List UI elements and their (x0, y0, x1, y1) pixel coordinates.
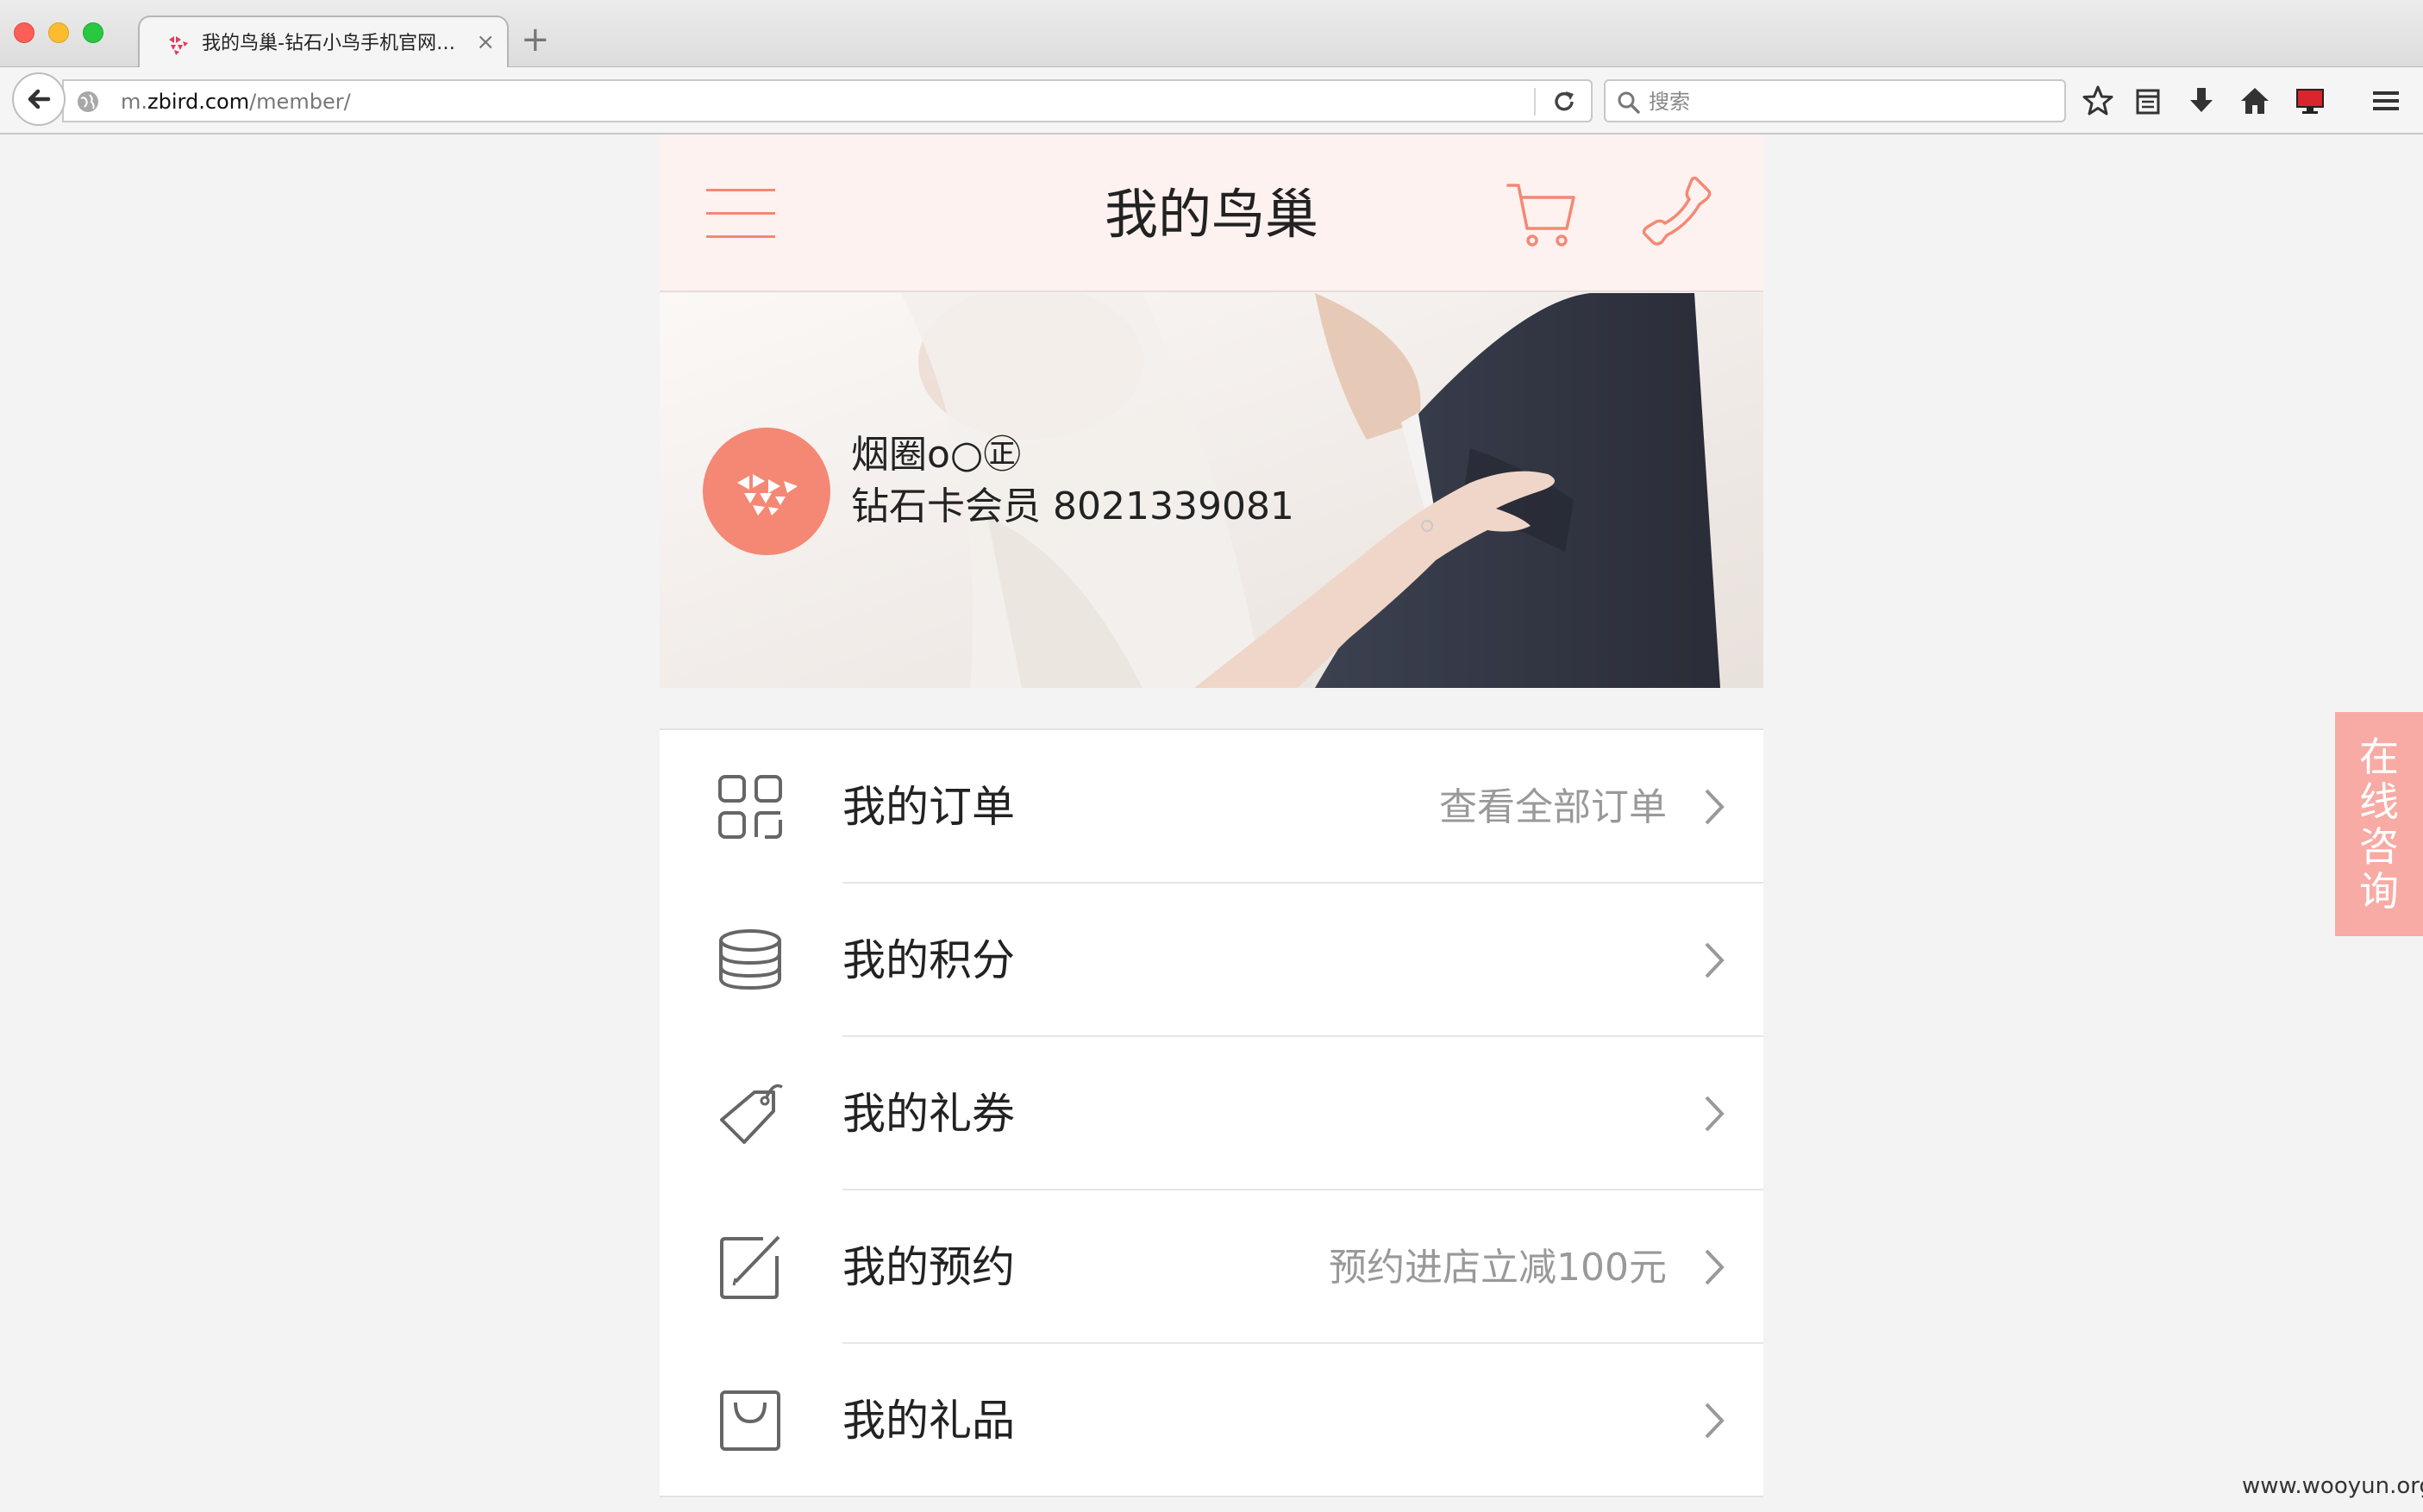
tab-close-icon[interactable]: × (476, 29, 495, 55)
menu-item-coupons[interactable]: 我的礼券 (660, 1037, 1763, 1190)
consult-char: 线 (2359, 778, 2399, 825)
screen-share-icon[interactable] (2292, 83, 2328, 119)
watermark-text: www.wooyun.org (2242, 1473, 2423, 1499)
reload-icon[interactable] (1549, 86, 1580, 117)
window-close-button[interactable] (14, 22, 34, 43)
page-title: 我的鸟巢 (1104, 183, 1318, 246)
bird-logo-icon (737, 474, 798, 515)
tab-title: 我的鸟巢-钻石小鸟手机官网-... (202, 33, 460, 54)
chevron-right-icon (1705, 1249, 1725, 1285)
appointment-promo-text: 预约进店立减100元 (1329, 1246, 1667, 1290)
edit-icon (720, 1235, 780, 1299)
online-consult-button[interactable]: 在 线 咨 询 (2335, 712, 2423, 936)
gift-bag-icon (720, 1390, 780, 1451)
browser-tab-active[interactable]: 我的鸟巢-钻石小鸟手机官网-... × (138, 16, 509, 69)
globe-icon (78, 91, 98, 112)
url-bar[interactable]: m.zbird.com/member/ (62, 79, 1593, 122)
user-name: 烟圈o○㊣ (851, 433, 1022, 477)
cart-icon[interactable] (1505, 177, 1579, 251)
window-minimize-button[interactable] (48, 22, 69, 43)
zbird-favicon-icon (169, 36, 188, 55)
consult-char: 咨 (2359, 823, 2399, 870)
menu-item-gifts[interactable]: 我的礼品 (660, 1344, 1763, 1497)
view-all-orders-link[interactable]: 查看全部订单 (1439, 782, 1667, 834)
back-arrow-icon (28, 89, 51, 109)
mobile-page: 我的鸟巢 烟圈o○㊣ 钻石卡会员 8021339081 我的订单 查看全部订单 … (660, 135, 1763, 1512)
search-placeholder: 搜索 (1649, 90, 1690, 114)
browser-titlebar: 我的鸟巢-钻石小鸟手机官网-... × + (0, 0, 2423, 69)
new-tab-button[interactable]: + (521, 22, 550, 57)
consult-char: 在 (2359, 734, 2399, 780)
consult-char: 询 (2359, 868, 2399, 915)
page-header: 我的鸟巢 (660, 135, 1763, 292)
reading-list-icon[interactable] (2130, 83, 2166, 119)
avatar[interactable] (703, 428, 830, 555)
menu-item-appointments[interactable]: 我的预约 预约进店立减100元 (660, 1190, 1763, 1344)
chevron-right-icon (1705, 789, 1725, 825)
profile-banner: 烟圈o○㊣ 钻石卡会员 8021339081 (660, 293, 1763, 688)
bookmark-star-icon[interactable] (2080, 83, 2116, 119)
menu-item-label: 我的礼品 (842, 1396, 1015, 1446)
hamburger-menu-icon[interactable] (2368, 83, 2404, 119)
url-divider (1534, 88, 1536, 116)
home-icon[interactable] (2237, 83, 2273, 119)
tag-icon (720, 1084, 783, 1144)
window-zoom-button[interactable] (83, 22, 103, 43)
chevron-right-icon (1705, 1403, 1725, 1439)
member-menu-list: 我的订单 查看全部订单 我的积分 我的礼券 我的预约 预约进店立减100元 我的… (660, 728, 1763, 1497)
chevron-right-icon (1705, 1096, 1725, 1132)
search-icon (1618, 91, 1640, 114)
menu-item-orders[interactable]: 我的订单 查看全部订单 (660, 730, 1763, 884)
chevron-right-icon (1705, 942, 1725, 978)
search-bar[interactable]: 搜索 (1604, 79, 2066, 122)
menu-item-label: 我的预约 (842, 1242, 1015, 1292)
member-level: 钻石卡会员 8021339081 (851, 484, 1294, 528)
menu-item-points[interactable]: 我的积分 (660, 884, 1763, 1037)
menu-item-label: 我的礼券 (842, 1089, 1015, 1139)
download-icon[interactable] (2183, 83, 2220, 119)
url-text[interactable]: m.zbird.com/member/ (121, 88, 351, 116)
browser-toolbar: m.zbird.com/member/ 搜索 (0, 67, 2423, 134)
back-button[interactable] (12, 72, 66, 126)
grid-icon (718, 775, 782, 839)
coins-stack-icon (719, 929, 781, 990)
menu-item-label: 我的订单 (842, 782, 1015, 832)
menu-item-label: 我的积分 (842, 935, 1015, 985)
phone-icon[interactable] (1643, 173, 1717, 247)
